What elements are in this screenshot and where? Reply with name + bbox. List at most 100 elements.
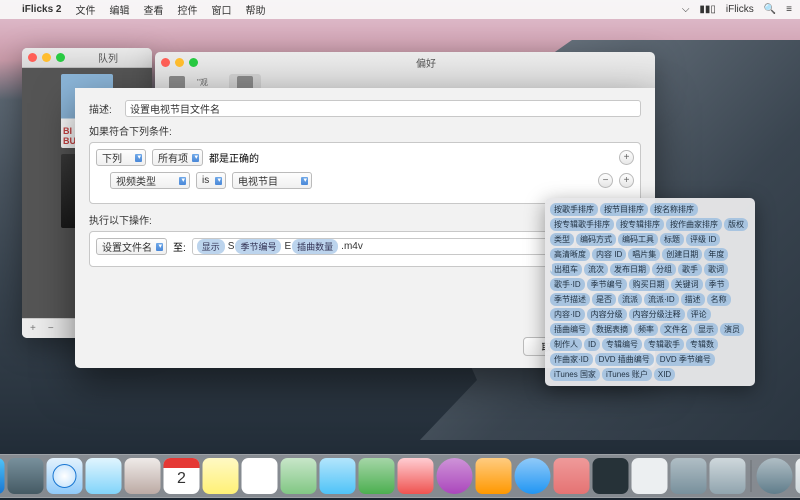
token-option[interactable]: 按节目排序 bbox=[600, 203, 648, 216]
battery-icon[interactable]: ▮▮▯ bbox=[699, 4, 716, 15]
token-option[interactable]: 名称 bbox=[707, 293, 731, 306]
menu-window[interactable]: 窗口 bbox=[211, 2, 231, 17]
token-option[interactable]: 流派·ID bbox=[644, 293, 679, 306]
token-option[interactable]: 购买日期 bbox=[629, 278, 669, 291]
description-input[interactable]: 设置电视节目文件名 bbox=[125, 100, 641, 117]
dock-downloads-icon[interactable] bbox=[757, 458, 793, 494]
dock-photobooth-icon[interactable] bbox=[398, 458, 434, 494]
token-option[interactable]: 关键词 bbox=[671, 278, 703, 291]
token-option[interactable]: iTunes 国家 bbox=[550, 368, 600, 381]
token-option[interactable]: 流次 bbox=[584, 263, 608, 276]
dock-itunes-icon[interactable] bbox=[437, 458, 473, 494]
dock-trash-icon[interactable] bbox=[796, 458, 800, 494]
token-option[interactable]: 是否 bbox=[592, 293, 616, 306]
token-option[interactable]: 按歌手排序 bbox=[550, 203, 598, 216]
dock-launchpad-icon[interactable] bbox=[8, 458, 44, 494]
queue-titlebar[interactable]: 队列 bbox=[22, 48, 152, 68]
condition-field-select[interactable]: 视频类型 bbox=[110, 172, 190, 189]
menu-help[interactable]: 帮助 bbox=[245, 2, 265, 17]
token-option[interactable]: 频率 bbox=[634, 323, 658, 336]
token-option[interactable]: 演员 bbox=[720, 323, 744, 336]
dock-terminal-icon[interactable] bbox=[593, 458, 629, 494]
app-menu[interactable]: iFlicks 2 bbox=[22, 4, 61, 15]
remove-button[interactable]: − bbox=[48, 323, 54, 334]
menubar-app-name[interactable]: iFlicks bbox=[726, 4, 754, 15]
spotlight-icon[interactable]: 🔍 bbox=[764, 4, 776, 15]
zoom-icon[interactable] bbox=[56, 53, 65, 62]
notification-center-icon[interactable]: ≡ bbox=[786, 4, 792, 15]
zoom-icon[interactable] bbox=[189, 58, 198, 67]
action-type-select[interactable]: 设置文件名 bbox=[96, 238, 167, 255]
token-option[interactable]: iTunes 账户 bbox=[602, 368, 652, 381]
filename-token-field[interactable]: 显示 S 季节编号 E 插曲数量 .m4v ⚙ bbox=[192, 238, 592, 255]
add-button[interactable]: + bbox=[30, 323, 36, 334]
token-option[interactable]: 流派 bbox=[618, 293, 642, 306]
menu-controls[interactable]: 控件 bbox=[177, 2, 197, 17]
token-option[interactable]: 按专辑歌手排序 bbox=[550, 218, 614, 231]
close-icon[interactable] bbox=[28, 53, 37, 62]
token-option[interactable]: 内容分级 bbox=[587, 308, 627, 321]
token-option[interactable]: 歌词 bbox=[704, 263, 728, 276]
close-icon[interactable] bbox=[161, 58, 170, 67]
token-option[interactable]: 描述 bbox=[681, 293, 705, 306]
add-condition-button[interactable]: + bbox=[619, 173, 634, 188]
token-option[interactable]: 专辑编号 bbox=[602, 338, 642, 351]
token-option[interactable]: DVD 季节编号 bbox=[656, 353, 715, 366]
dock-contacts-icon[interactable] bbox=[125, 458, 161, 494]
token-option[interactable]: 按名称排序 bbox=[650, 203, 698, 216]
menu-edit[interactable]: 编辑 bbox=[109, 2, 129, 17]
dock-calendar-icon[interactable]: 2 bbox=[164, 458, 200, 494]
token-option[interactable]: 季节描述 bbox=[550, 293, 590, 306]
token-option[interactable]: 分组 bbox=[652, 263, 676, 276]
token-option[interactable]: 按作曲家排序 bbox=[666, 218, 722, 231]
token-option[interactable]: 专辑歌手 bbox=[644, 338, 684, 351]
token-option[interactable]: 出租车 bbox=[550, 263, 582, 276]
token-option[interactable]: 作曲家·ID bbox=[550, 353, 593, 366]
token-option[interactable]: 唱片集 bbox=[628, 248, 660, 261]
remove-condition-button[interactable]: − bbox=[598, 173, 613, 188]
token-option[interactable]: 制作人 bbox=[550, 338, 582, 351]
token-option[interactable]: 数据表摘 bbox=[592, 323, 632, 336]
menu-file[interactable]: 文件 bbox=[75, 2, 95, 17]
dock-mail-icon[interactable] bbox=[86, 458, 122, 494]
dock-notes-icon[interactable] bbox=[203, 458, 239, 494]
token-option[interactable]: 按专辑排序 bbox=[616, 218, 664, 231]
token-option[interactable]: 歌手 bbox=[678, 263, 702, 276]
minimize-icon[interactable] bbox=[175, 58, 184, 67]
token-option[interactable]: DVD 插曲编号 bbox=[595, 353, 654, 366]
dock-prefs-icon[interactable] bbox=[710, 458, 746, 494]
dock-preview-icon[interactable] bbox=[671, 458, 707, 494]
token-option[interactable]: 内容·ID bbox=[550, 308, 585, 321]
condition-scope-select[interactable]: 下列 bbox=[96, 149, 146, 166]
token-option[interactable]: 内容 ID bbox=[592, 248, 626, 261]
token-option[interactable]: 内容分级注释 bbox=[629, 308, 685, 321]
token-option[interactable]: 歌手·ID bbox=[550, 278, 585, 291]
condition-value-select[interactable]: 电视节目 bbox=[232, 172, 312, 189]
token-option[interactable]: 编码工具 bbox=[618, 233, 658, 246]
condition-operator-select[interactable]: is bbox=[196, 172, 226, 189]
token-option[interactable]: 评级 ID bbox=[686, 233, 720, 246]
token-option[interactable]: 创建日期 bbox=[662, 248, 702, 261]
token-option[interactable]: 文件名 bbox=[660, 323, 692, 336]
token-option[interactable]: 标题 bbox=[660, 233, 684, 246]
dock-messages-icon[interactable] bbox=[320, 458, 356, 494]
token-option[interactable]: 季节编号 bbox=[587, 278, 627, 291]
dock-ibooks-icon[interactable] bbox=[476, 458, 512, 494]
token-option[interactable]: 专辑数 bbox=[686, 338, 718, 351]
dock-iflicks-icon[interactable] bbox=[554, 458, 590, 494]
token-option[interactable]: 发布日期 bbox=[610, 263, 650, 276]
wifi-icon[interactable]: ⌵ bbox=[682, 4, 690, 15]
minimize-icon[interactable] bbox=[42, 53, 51, 62]
token-option[interactable]: XID bbox=[654, 368, 675, 381]
dock-finder-icon[interactable] bbox=[0, 458, 5, 494]
dock-appstore-icon[interactable] bbox=[515, 458, 551, 494]
dock-textedit-icon[interactable] bbox=[632, 458, 668, 494]
token-option[interactable]: 季节 bbox=[705, 278, 729, 291]
token-option[interactable]: 编码方式 bbox=[576, 233, 616, 246]
dock-reminders-icon[interactable] bbox=[242, 458, 278, 494]
add-condition-button[interactable]: + bbox=[619, 150, 634, 165]
condition-match-select[interactable]: 所有项 bbox=[152, 149, 203, 166]
dock-facetime-icon[interactable] bbox=[359, 458, 395, 494]
token-option[interactable]: 评论 bbox=[687, 308, 711, 321]
menu-view[interactable]: 查看 bbox=[143, 2, 163, 17]
